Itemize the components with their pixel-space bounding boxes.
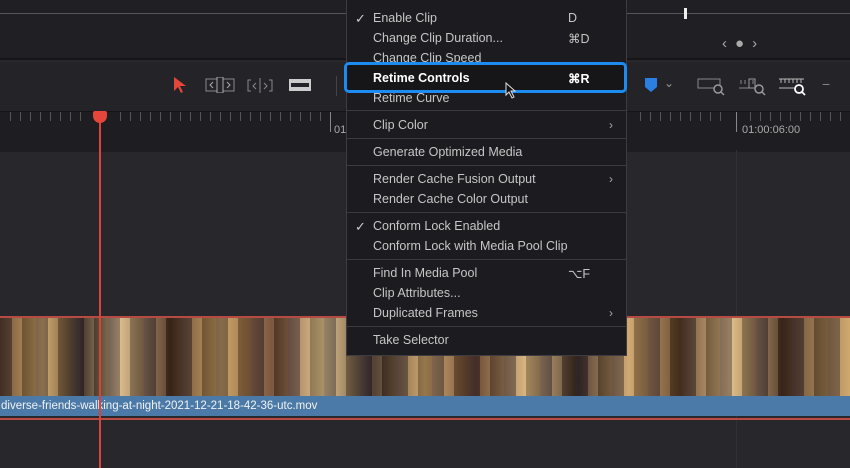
menu-item-retime-controls[interactable]: Retime Controls ⌘R (344, 62, 627, 93)
shortcut: D (568, 11, 578, 25)
menu-item-take-selector[interactable]: Take Selector (373, 333, 449, 347)
menu-divider (347, 138, 626, 139)
timecode-label: 01:00:06:00 (742, 124, 801, 136)
timecode-label: 01 (334, 124, 347, 136)
zoom-full-icon[interactable] (697, 76, 727, 96)
menu-divider (347, 165, 626, 166)
clip-name-bar[interactable]: diverse-friends-walking-at-night-2021-12… (0, 396, 850, 416)
submenu-arrow-icon: › (609, 172, 613, 186)
menu-divider (347, 110, 626, 111)
clip-context-menu: ✓ Enable Clip D Change Clip Duration... … (346, 0, 627, 356)
toolbar-divider (336, 76, 337, 96)
zoom-detail-icon[interactable] (738, 76, 768, 96)
flag-icon[interactable] (644, 77, 658, 93)
checkmark-icon: ✓ (355, 219, 366, 234)
trim-edit-tool-icon[interactable] (205, 77, 235, 93)
mouse-cursor-icon (505, 82, 517, 99)
playhead-line[interactable] (99, 118, 101, 468)
scrubber-handle[interactable] (684, 8, 687, 19)
menu-item-render-cache-color-output[interactable]: Render Cache Color Output (373, 192, 528, 206)
dynamic-trim-tool-icon[interactable] (247, 76, 273, 94)
submenu-arrow-icon: › (609, 306, 613, 320)
next-arrow-icon[interactable]: › (752, 35, 765, 52)
menu-divider (347, 212, 626, 213)
selection-tool-icon[interactable] (172, 76, 188, 94)
menu-item-retime-curve[interactable]: Retime Curve (373, 91, 449, 105)
blade-tool-icon[interactable] (288, 78, 312, 92)
shortcut: ⌥F (568, 267, 591, 281)
shortcut: ⌘R (568, 72, 590, 86)
menu-item-clip-attributes[interactable]: Clip Attributes... (373, 286, 461, 300)
checkmark-icon: ✓ (355, 11, 366, 26)
menu-item-duplicated-frames[interactable]: Duplicated Frames (373, 306, 478, 320)
shortcut: ⌘D (568, 32, 590, 46)
grid-line (736, 150, 737, 468)
menu-item-label: Retime Controls (373, 71, 470, 85)
menu-item-enable-clip[interactable]: Enable Clip (373, 11, 437, 25)
menu-item-conform-lock-enabled[interactable]: Conform Lock Enabled (373, 219, 500, 233)
menu-item-find-in-media-pool[interactable]: Find In Media Pool (373, 266, 477, 280)
menu-item-conform-lock-media-pool[interactable]: Conform Lock with Media Pool Clip (373, 239, 568, 253)
menu-item-render-cache-fusion-output[interactable]: Render Cache Fusion Output (373, 172, 536, 186)
menu-item-change-clip-duration[interactable]: Change Clip Duration... (373, 31, 503, 45)
zoom-custom-icon[interactable] (778, 76, 808, 96)
menu-item-clip-color[interactable]: Clip Color (373, 118, 428, 132)
dot-icon[interactable]: ● (735, 35, 752, 52)
menu-divider (347, 259, 626, 260)
chevron-down-icon[interactable]: ⌄ (664, 76, 674, 90)
menu-divider (347, 326, 626, 327)
prev-arrow-icon[interactable]: ‹ (722, 35, 735, 52)
menu-item-generate-optimized-media[interactable]: Generate Optimized Media (373, 145, 522, 159)
viewer-nav: ‹●› (722, 35, 765, 52)
zoom-out-button[interactable]: − (822, 76, 830, 92)
submenu-arrow-icon: › (609, 118, 613, 132)
